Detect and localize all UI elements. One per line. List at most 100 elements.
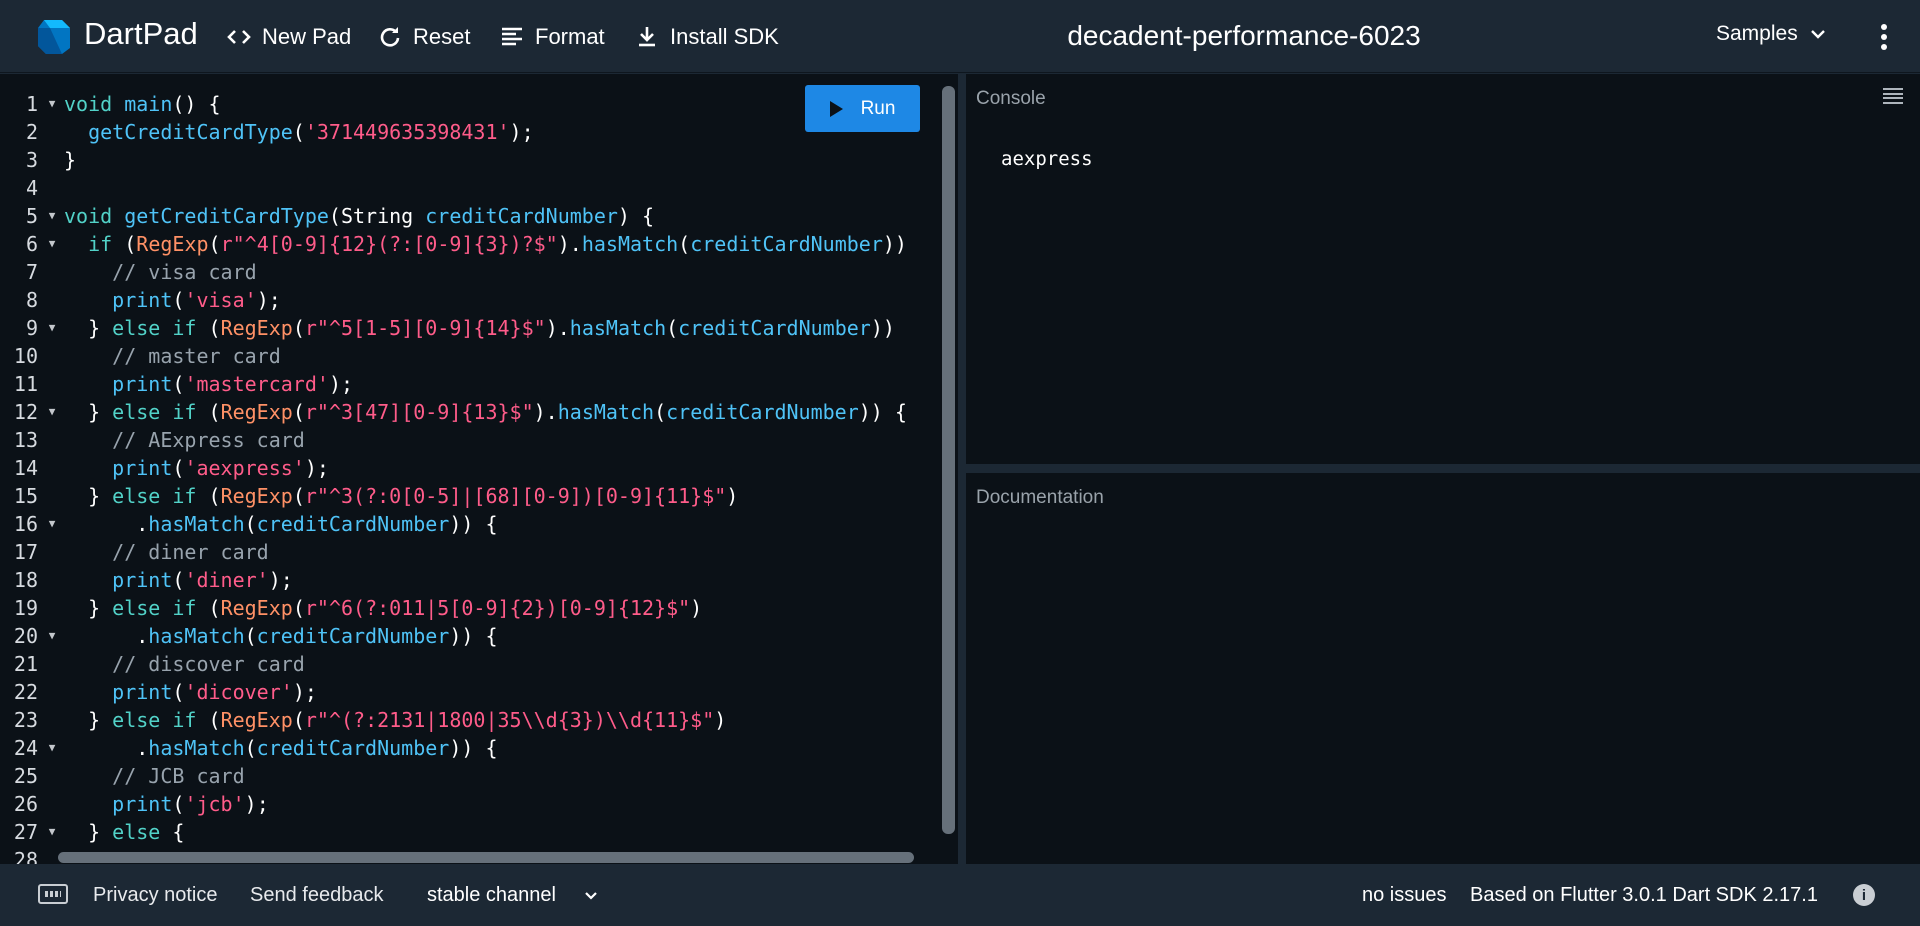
code-text: print('aexpress'); — [112, 456, 329, 480]
code-editor[interactable]: 1 ▼ void main() {2 getCreditCardType('3714… — [0, 74, 958, 864]
code-line[interactable]: 18 print('diner'); — [0, 566, 945, 594]
code-line[interactable]: 4 — [0, 174, 945, 202]
code-lines[interactable]: 1 ▼ void main() {2 getCreditCardType('3714… — [0, 90, 945, 864]
code-line[interactable]: 19 } else if (RegExp(r"^6(?:011|5[0-9]{2… — [0, 594, 945, 622]
privacy-notice-link[interactable]: Privacy notice — [93, 884, 218, 907]
code-line[interactable]: 2 getCreditCardType('371449635398431'); — [0, 118, 945, 146]
pad-name[interactable]: decadent-performance-6023 — [1067, 20, 1420, 51]
clear-console-icon[interactable] — [1883, 88, 1903, 104]
fold-gutter — [40, 258, 64, 286]
fold-gutter — [40, 482, 64, 510]
line-number: 26 — [13, 792, 38, 816]
more-vert-icon[interactable] — [1870, 20, 1898, 54]
channel-dropdown[interactable]: stable channel — [427, 884, 598, 907]
fold-arrow-icon[interactable]: ▼ — [40, 90, 64, 118]
line-number: 8 — [25, 288, 38, 312]
code-line[interactable]: 13 // AExpress card — [0, 426, 945, 454]
channel-label: stable channel — [427, 884, 556, 906]
vertical-splitter[interactable] — [958, 74, 966, 864]
run-button[interactable]: Run — [805, 85, 920, 132]
fold-arrow-icon[interactable]: ▼ — [40, 202, 64, 230]
code-line[interactable]: 1 ▼ void main() { — [0, 90, 945, 118]
code-text: } else { — [64, 820, 185, 844]
install-sdk-label: Install SDK — [670, 24, 779, 49]
keyboard-icon[interactable] — [38, 884, 68, 904]
install-sdk-button[interactable]: Install SDK — [634, 18, 779, 56]
fold-gutter — [40, 762, 64, 790]
samples-dropdown[interactable]: Samples — [1716, 22, 1826, 46]
reset-button[interactable]: Reset — [377, 18, 470, 56]
code-line[interactable]: 27 ▼ } else { — [0, 818, 945, 846]
line-number: 25 — [13, 764, 38, 788]
documentation-title: Documentation — [976, 487, 1104, 508]
code-line[interactable]: 8 print('visa'); — [0, 286, 945, 314]
code-text: // AExpress card — [64, 428, 305, 452]
fold-arrow-icon[interactable]: ▼ — [40, 734, 64, 762]
send-feedback-link[interactable]: Send feedback — [250, 884, 383, 907]
line-number: 21 — [13, 652, 38, 676]
line-number: 9 — [25, 316, 38, 340]
refresh-icon — [377, 24, 403, 50]
fold-arrow-icon[interactable]: ▼ — [40, 818, 64, 846]
code-line[interactable]: 5 ▼ void getCreditCardType(String creditCa… — [0, 202, 945, 230]
code-line[interactable]: 6 ▼ if (RegExp(r"^4[0-9]{12}(?:[0-9]{3})?… — [0, 230, 945, 258]
line-number: 17 — [13, 540, 38, 564]
code-line[interactable]: 21 // discover card — [0, 650, 945, 678]
fold-gutter — [40, 342, 64, 370]
fold-gutter — [40, 174, 64, 202]
code-text: } else if (RegExp(r"^3(?:0[0-5]|[68][0-9… — [64, 484, 739, 508]
fold-arrow-icon[interactable]: ▼ — [40, 230, 64, 258]
code-line[interactable]: 14 print('aexpress'); — [0, 454, 945, 482]
code-line[interactable]: 23 } else if (RegExp(r"^(?:2131|1800|35\… — [0, 706, 945, 734]
code-text: // JCB card — [64, 764, 245, 788]
fold-gutter — [40, 650, 64, 678]
issues-status[interactable]: no issues — [1362, 884, 1447, 907]
horizontal-splitter[interactable] — [966, 464, 1920, 473]
format-button[interactable]: Format — [499, 18, 605, 56]
code-line[interactable]: 16 ▼ .hasMatch(creditCardNumber)) { — [0, 510, 945, 538]
code-text: } — [64, 148, 77, 172]
code-line[interactable]: 20 ▼ .hasMatch(creditCardNumber)) { — [0, 622, 945, 650]
line-number: 14 — [13, 456, 38, 480]
code-text: .hasMatch(creditCardNumber)) { — [64, 512, 498, 536]
code-line[interactable]: 9 ▼ } else if (RegExp(r"^5[1-5][0-9]{14}$… — [0, 314, 945, 342]
fold-gutter — [40, 790, 64, 818]
code-text: } else if (RegExp(r"^6(?:011|5[0-9]{2})[… — [64, 596, 703, 620]
code-text: // discover card — [64, 652, 305, 676]
code-text: void main() { — [64, 92, 221, 116]
code-line[interactable]: 12 ▼ } else if (RegExp(r"^3[47][0-9]{13}$… — [0, 398, 945, 426]
code-line[interactable]: 11 print('mastercard'); — [0, 370, 945, 398]
code-line[interactable]: 24 ▼ .hasMatch(creditCardNumber)) { — [0, 734, 945, 762]
play-icon — [829, 100, 843, 117]
line-number: 1 — [25, 92, 38, 116]
console-title: Console — [976, 88, 1046, 109]
info-icon[interactable]: i — [1853, 884, 1875, 906]
code-line[interactable]: 22 print('dicover'); — [0, 678, 945, 706]
code-line[interactable]: 7 // visa card — [0, 258, 945, 286]
fold-arrow-icon[interactable]: ▼ — [40, 314, 64, 342]
fold-gutter — [40, 370, 64, 398]
new-pad-button[interactable]: New Pad — [226, 18, 351, 56]
code-line[interactable]: 26 print('jcb'); — [0, 790, 945, 818]
fold-arrow-icon[interactable]: ▼ — [40, 510, 64, 538]
line-number: 2 — [25, 120, 38, 144]
code-line[interactable]: 15 } else if (RegExp(r"^3(?:0[0-5]|[68][… — [0, 482, 945, 510]
code-line[interactable]: 3} — [0, 146, 945, 174]
code-line[interactable]: 10 // master card — [0, 342, 945, 370]
fold-arrow-icon[interactable]: ▼ — [40, 398, 64, 426]
code-text: print('diner'); — [112, 568, 293, 592]
editor-vertical-scrollbar[interactable] — [942, 86, 955, 834]
editor-horizontal-scrollbar[interactable] — [58, 852, 914, 863]
code-text: .hasMatch(creditCardNumber)) { — [64, 736, 498, 760]
code-line[interactable]: 25 // JCB card — [0, 762, 945, 790]
samples-label: Samples — [1716, 22, 1798, 45]
fold-gutter — [40, 706, 64, 734]
documentation-panel: Documentation — [966, 473, 1920, 864]
code-line[interactable]: 17 // diner card — [0, 538, 945, 566]
line-number: 15 — [13, 484, 38, 508]
line-number: 7 — [25, 260, 38, 284]
line-number: 5 — [25, 204, 38, 228]
fold-arrow-icon[interactable]: ▼ — [40, 622, 64, 650]
code-text: print('jcb'); — [112, 792, 269, 816]
console-panel: Console aexpress — [966, 74, 1920, 464]
